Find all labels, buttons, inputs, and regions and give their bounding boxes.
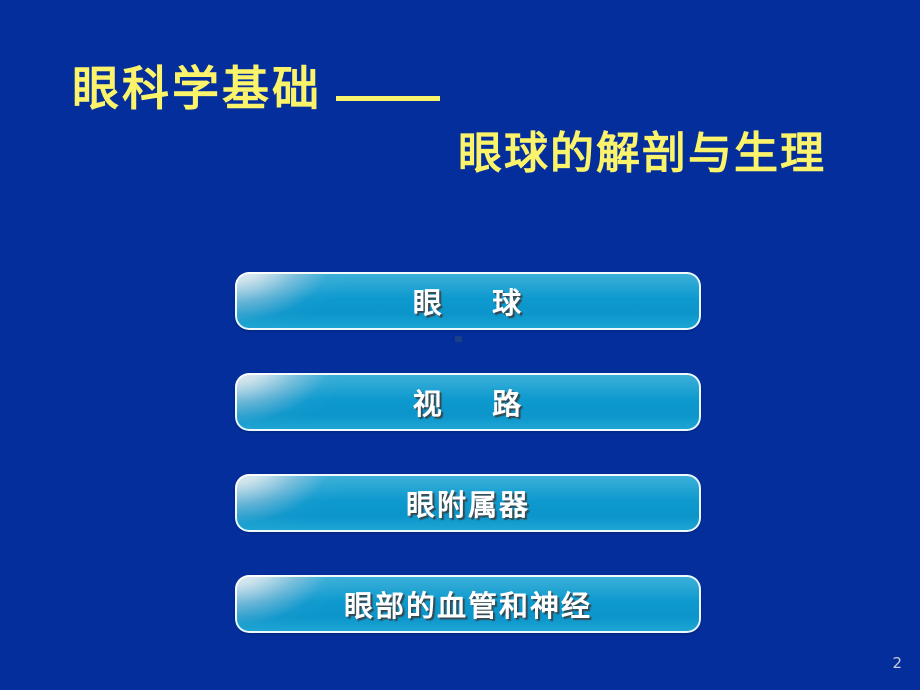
- slide-page-number: 2: [892, 654, 902, 672]
- menu-button-label: 眼 球: [412, 286, 524, 320]
- slide-title-line-1: 眼科学基础: [72, 66, 440, 113]
- slide-subtitle: 眼球的解剖与生理: [458, 128, 826, 179]
- menu-button-label: 视 路: [412, 387, 524, 421]
- menu-button-label: 眼部的血管和神经: [343, 589, 592, 623]
- menu-button-eyeball[interactable]: 眼 球: [235, 272, 701, 330]
- stray-marker-artifact: [455, 336, 462, 342]
- slide-title-main: 眼科学基础: [72, 62, 322, 117]
- title-dash-rule: [336, 96, 440, 101]
- menu-button-visual-pathway[interactable]: 视 路: [235, 373, 701, 431]
- slide-title-line-2: 眼球的解剖与生理: [458, 132, 826, 176]
- menu-button-list: 眼 球 视 路 眼附属器 眼部的血管和神经: [235, 272, 701, 676]
- menu-button-ocular-adnexa[interactable]: 眼附属器: [235, 474, 701, 532]
- menu-button-vessels-nerves[interactable]: 眼部的血管和神经: [235, 575, 701, 633]
- presentation-slide: 眼科学基础 眼球的解剖与生理 眼 球 视 路 眼附属器 眼部的血管和神经 2: [0, 0, 920, 690]
- menu-button-label: 眼附属器: [405, 488, 530, 522]
